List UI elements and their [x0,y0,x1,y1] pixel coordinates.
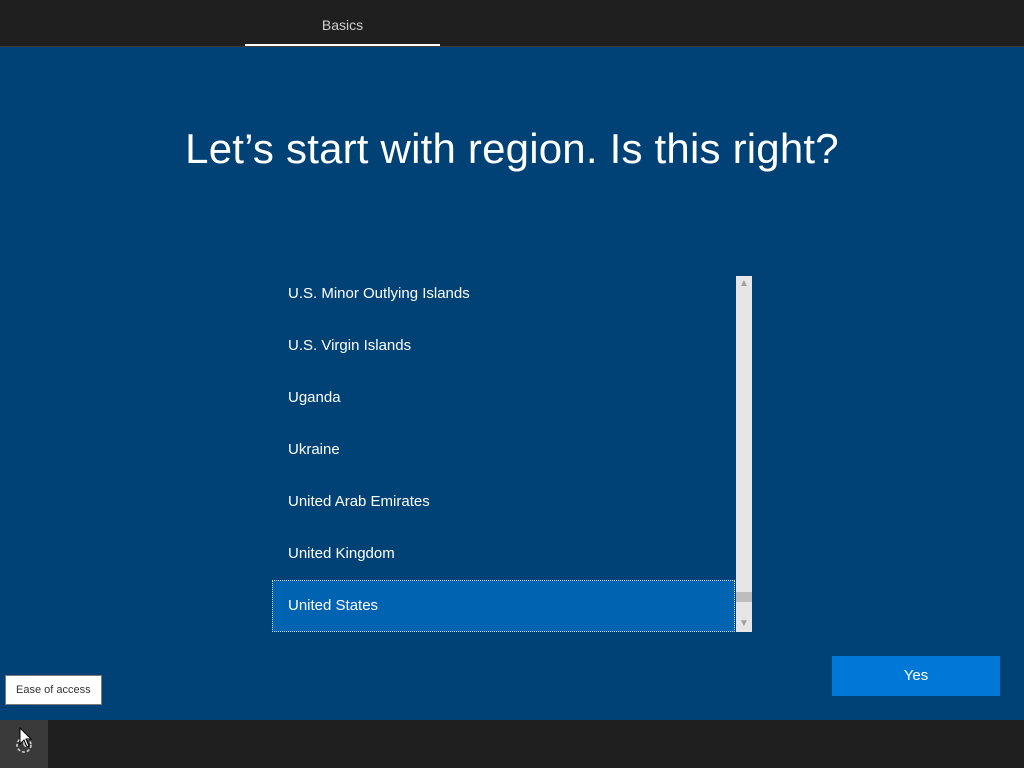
oobe-screen: Basics Let’s start with region. Is this … [0,0,1024,768]
top-bar: Basics [0,0,1024,47]
tab-basics[interactable]: Basics [245,0,440,46]
region-item-united-kingdom[interactable]: United Kingdom [272,528,735,580]
region-item-united-states[interactable]: United States [272,580,735,632]
region-item-uganda[interactable]: Uganda [272,372,735,424]
region-list-scrollbar[interactable]: ▲ ▼ [736,276,752,632]
region-item-united-arab-emirates[interactable]: United Arab Emirates [272,476,735,528]
mouse-cursor-icon [19,727,33,748]
region-item-us-minor-outlying-islands[interactable]: U.S. Minor Outlying Islands [272,276,735,320]
scroll-thumb[interactable] [736,592,752,602]
region-item-ukraine[interactable]: Ukraine [272,424,735,476]
bottom-bar [0,720,1024,768]
yes-button[interactable]: Yes [832,656,1000,696]
scroll-down-arrow-icon[interactable]: ▼ [736,616,752,632]
page-title: Let’s start with region. Is this right? [185,125,839,172]
scroll-up-arrow-icon[interactable]: ▲ [736,276,752,292]
region-list[interactable]: U.S. Minor Outlying Islands U.S. Virgin … [272,276,752,632]
region-item-us-virgin-islands[interactable]: U.S. Virgin Islands [272,320,735,372]
ease-of-access-tooltip: Ease of access [5,675,102,705]
region-list-items: U.S. Minor Outlying Islands U.S. Virgin … [272,276,736,632]
